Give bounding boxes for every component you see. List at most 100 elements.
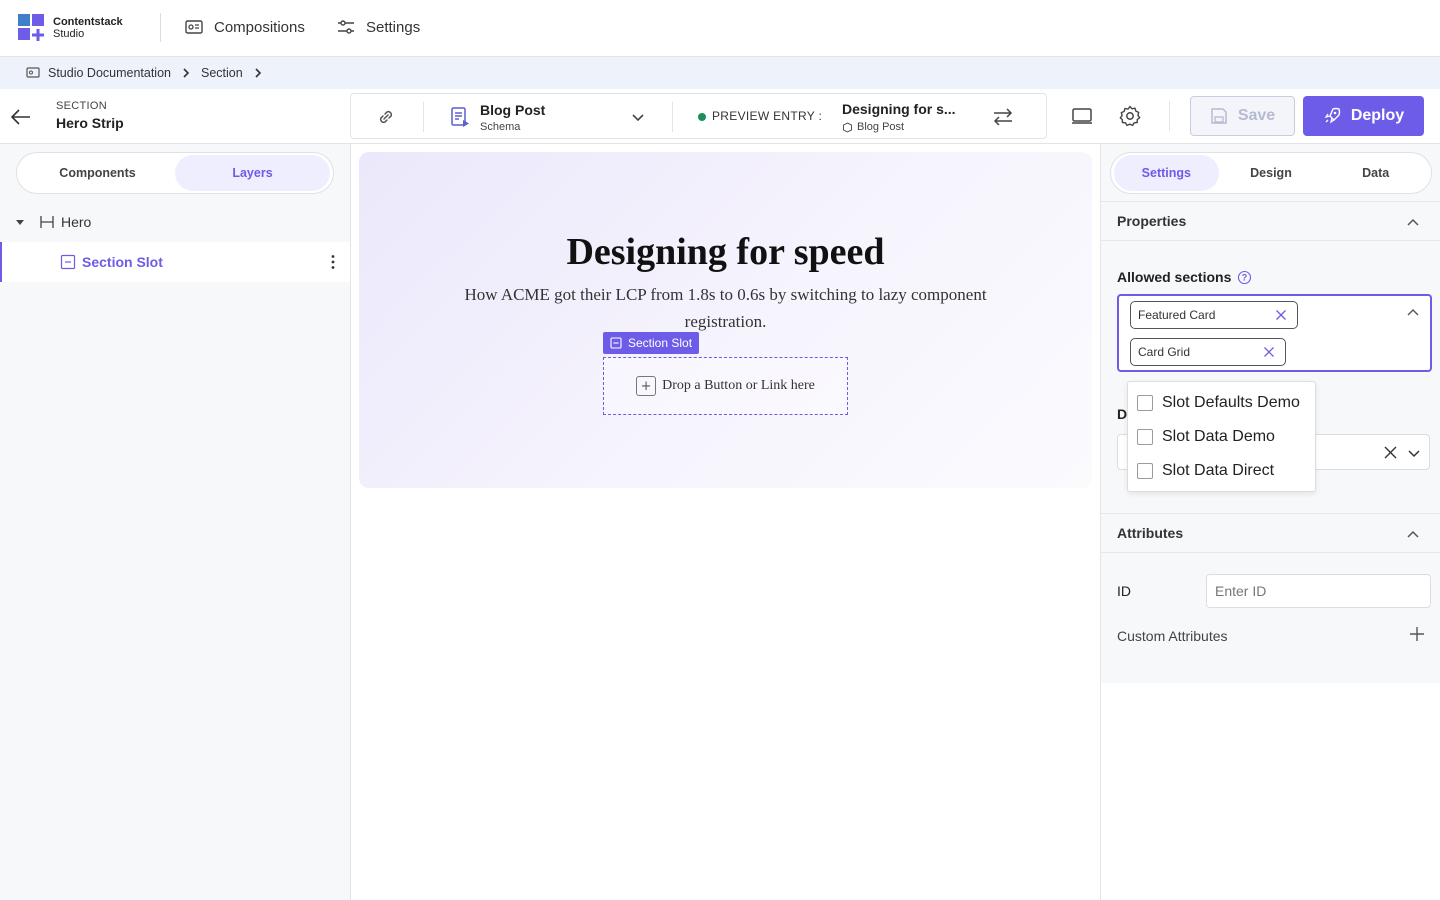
attributes-title: Attributes	[1117, 525, 1184, 541]
dropzone-label: Drop a Button or Link here	[662, 378, 815, 393]
sliders-icon	[338, 20, 354, 34]
nav-compositions[interactable]: Compositions	[184, 17, 305, 37]
chip-featured-card: Featured Card	[1130, 301, 1298, 329]
section-name: Hero Strip	[56, 115, 124, 131]
schema-title[interactable]: Blog Post	[480, 102, 545, 118]
allowed-sections-select[interactable]: Featured Card Card Grid	[1117, 294, 1432, 372]
tree-item-section-slot[interactable]: Section Slot	[0, 242, 350, 282]
close-icon[interactable]	[1275, 309, 1287, 321]
section-slot-dropzone[interactable]: + Drop a Button or Link here	[603, 357, 848, 415]
brand-product: Studio	[53, 28, 85, 40]
right-panel-tabs: Settings Design Data	[1110, 152, 1432, 194]
compositions-icon	[185, 20, 203, 34]
svg-text:?: ?	[1242, 272, 1248, 282]
section-slot-tag[interactable]: Section Slot	[603, 332, 700, 354]
left-panel-tabs: Components Layers	[16, 152, 334, 194]
nav-compositions-label: Compositions	[214, 18, 305, 36]
close-icon[interactable]	[1384, 446, 1397, 459]
chevron-up-icon[interactable]	[1405, 526, 1421, 542]
option-label: Slot Data Direct	[1162, 462, 1275, 479]
section-kind-label: SECTION	[56, 100, 107, 112]
save-icon	[1211, 108, 1227, 124]
desktop-preview-icon[interactable]	[1070, 104, 1094, 128]
hero-block-icon	[40, 216, 54, 228]
properties-section-header[interactable]: Properties	[1101, 201, 1440, 241]
breadcrumb-item-studio-documentation[interactable]: Studio Documentation	[48, 66, 171, 80]
tree-item-hero[interactable]: Hero	[0, 202, 350, 242]
option-slot-defaults-demo[interactable]: Slot Defaults Demo	[1137, 393, 1300, 413]
attributes-section-header[interactable]: Attributes	[1101, 513, 1440, 553]
preview-entry-type: Blog Post	[842, 121, 904, 133]
content-type-icon	[843, 121, 852, 133]
preview-canvas: Designing for speed How ACME got their L…	[351, 144, 1100, 900]
plus-icon[interactable]	[1409, 626, 1425, 642]
preview-entry-label: PREVIEW ENTRY :	[712, 109, 823, 123]
tab-design[interactable]: Design	[1219, 155, 1324, 191]
top-bar: Contentstack Studio Compositions Setting…	[0, 0, 1440, 57]
link-icon[interactable]	[375, 106, 397, 128]
tab-data[interactable]: Data	[1323, 155, 1428, 191]
schema-icon	[451, 107, 469, 127]
allowed-sections-label-row: Allowed sections ?	[1117, 269, 1252, 285]
tab-components[interactable]: Components	[20, 155, 175, 191]
allowed-sections-dropdown: Slot Defaults Demo Slot Data Demo Slot D…	[1127, 381, 1316, 492]
tree-item-label: Section Slot	[82, 254, 163, 270]
plus-icon[interactable]: +	[636, 376, 657, 396]
checkbox[interactable]	[1137, 429, 1153, 445]
more-vertical-icon[interactable]	[330, 254, 336, 270]
close-icon[interactable]	[1263, 346, 1275, 358]
id-label: ID	[1117, 583, 1131, 599]
properties-title: Properties	[1117, 213, 1187, 229]
chevron-right-icon	[255, 68, 261, 78]
swap-icon[interactable]	[991, 105, 1015, 129]
option-slot-data-demo[interactable]: Slot Data Demo	[1137, 427, 1275, 447]
slot-icon	[60, 254, 76, 270]
option-slot-data-direct[interactable]: Slot Data Direct	[1137, 461, 1274, 481]
preview-entry-title[interactable]: Designing for s...	[842, 101, 956, 117]
logo-icon	[18, 14, 46, 42]
rocket-icon	[1324, 107, 1340, 124]
checkbox[interactable]	[1137, 463, 1153, 479]
preview-toolbar: Blog Post Schema PREVIEW ENTRY : Designi…	[350, 93, 1047, 139]
caret-down-icon[interactable]	[15, 217, 25, 227]
schema-subtitle: Schema	[480, 121, 521, 133]
breadcrumb: Studio Documentation Section	[0, 57, 1440, 89]
brand-logo[interactable]: Contentstack Studio	[18, 14, 128, 44]
gear-icon[interactable]	[1118, 104, 1142, 128]
chevron-down-icon[interactable]	[1407, 446, 1421, 460]
studio-icon	[26, 67, 40, 78]
chevron-up-icon[interactable]	[1406, 306, 1420, 320]
chip-label: Featured Card	[1138, 308, 1216, 322]
status-dot	[698, 113, 706, 121]
save-button[interactable]: Save	[1190, 96, 1295, 136]
help-icon[interactable]: ?	[1237, 270, 1252, 285]
hidden-field-label: D	[1117, 406, 1128, 422]
divider	[160, 13, 161, 42]
properties-panel: Settings Design Data Properties Allowed …	[1100, 144, 1440, 900]
id-input[interactable]: Enter ID	[1206, 574, 1431, 608]
hero-section[interactable]: Designing for speed How ACME got their L…	[359, 152, 1092, 488]
deploy-label: Deploy	[1350, 107, 1405, 124]
section-slot-tag-label: Section Slot	[628, 336, 693, 350]
chevron-down-icon[interactable]	[630, 109, 646, 125]
nav-settings[interactable]: Settings	[336, 17, 420, 37]
breadcrumb-item-section[interactable]: Section	[201, 66, 243, 80]
hero-subtitle: How ACME got their LCP from 1.8s to 0.6s…	[464, 285, 987, 331]
deploy-button[interactable]: Deploy	[1303, 96, 1424, 136]
chip-label: Card Grid	[1138, 345, 1191, 359]
tab-layers[interactable]: Layers	[175, 155, 330, 191]
checkbox[interactable]	[1137, 395, 1153, 411]
save-label: Save	[1237, 107, 1276, 124]
tab-settings[interactable]: Settings	[1114, 155, 1219, 191]
chip-card-grid: Card Grid	[1130, 338, 1286, 366]
divider	[423, 102, 424, 132]
chevron-up-icon[interactable]	[1405, 214, 1421, 230]
custom-attributes-label: Custom Attributes	[1117, 628, 1228, 644]
divider	[672, 102, 673, 132]
chevron-right-icon	[183, 68, 190, 78]
layers-panel: Components Layers Hero Section Slot	[0, 144, 351, 900]
nav-settings-label: Settings	[366, 18, 421, 36]
back-arrow-icon[interactable]	[10, 106, 32, 128]
hero-title: Designing for speed	[566, 231, 885, 273]
preview-entry-type-label: Blog Post	[857, 121, 905, 133]
